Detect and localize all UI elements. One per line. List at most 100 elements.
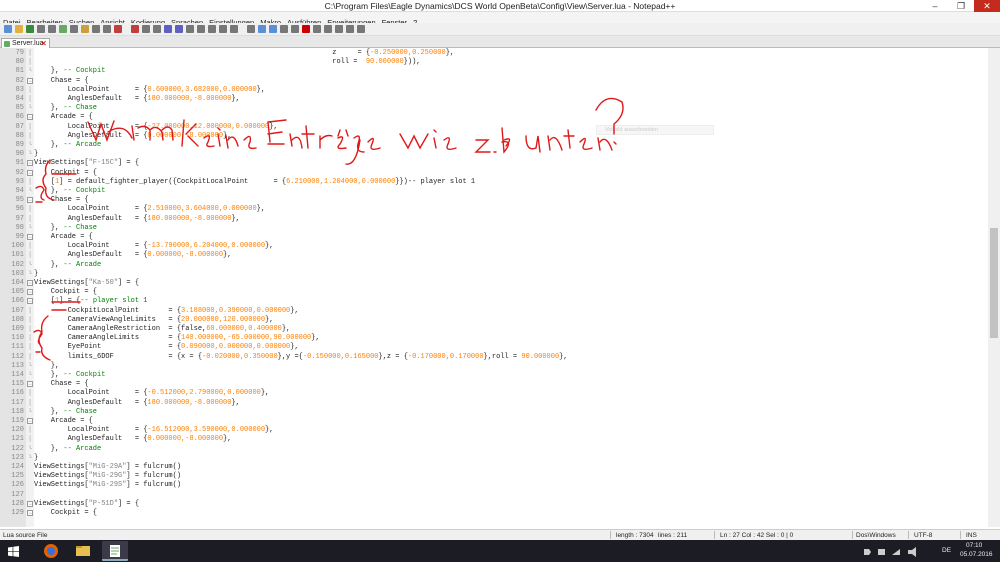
toolbar-button-icon[interactable] — [197, 25, 205, 33]
maximize-button[interactable]: ❐ — [948, 0, 974, 12]
code-line[interactable]: 82− Chase = { — [0, 77, 988, 86]
fold-toggle-icon[interactable]: − — [27, 280, 33, 287]
code-line[interactable]: 92− Cockpit = { — [0, 169, 988, 178]
toolbar-button-icon[interactable] — [48, 25, 56, 33]
toolbar-button-icon[interactable] — [131, 25, 139, 33]
clock-date[interactable]: 05.07.2016 — [960, 551, 993, 558]
code-line[interactable]: 85 └ }, -- Chase — [0, 104, 988, 113]
toolbar-button-icon[interactable] — [81, 25, 89, 33]
tab-server-lua[interactable]: Server.lua ✕ — [1, 38, 50, 48]
code-line[interactable]: 118 └ }, -- Chase — [0, 408, 988, 417]
toolbar-button-icon[interactable] — [357, 25, 365, 33]
minimize-button[interactable]: – — [922, 0, 948, 12]
toolbar-button-icon[interactable] — [302, 25, 310, 33]
keyboard-language[interactable]: DE — [942, 547, 951, 554]
code-line[interactable]: 96 │ LocalPoint = {2.510000,3.604000,0.00… — [0, 205, 988, 214]
toolbar-button-icon[interactable] — [175, 25, 183, 33]
code-line[interactable]: 104− ViewSettings["Ka-50"] = { — [0, 279, 988, 288]
code-line[interactable]: 91− ViewSettings["F-15C"] = { — [0, 159, 988, 168]
code-line[interactable]: 95− Chase = { — [0, 196, 988, 205]
toolbar-button-icon[interactable] — [280, 25, 288, 33]
code-line[interactable]: 126 ViewSettings["MiG-29S"] = fulcrum() — [0, 481, 988, 490]
code-line[interactable]: 106− [1] = {-- player slot 1 — [0, 297, 988, 306]
toolbar-button-icon[interactable] — [142, 25, 150, 33]
code-line[interactable]: 87 │ LocalPoint = {-27.000000,12.000000,0… — [0, 123, 988, 132]
fold-toggle-icon[interactable]: − — [27, 510, 33, 517]
code-editor[interactable]: 79 │ z = {-0.250000,0.250000}, 80 │ roll = … — [0, 48, 988, 527]
toolbar-button-icon[interactable] — [313, 25, 321, 33]
fold-toggle-icon[interactable]: − — [27, 160, 33, 167]
fold-toggle-icon[interactable]: − — [27, 114, 33, 121]
code-line[interactable]: 122 └ }, -- Arcade — [0, 445, 988, 454]
code-line[interactable]: 123 └} — [0, 454, 988, 463]
toolbar-button-icon[interactable] — [114, 25, 122, 33]
close-button[interactable]: ✕ — [974, 0, 1000, 12]
close-tab-icon[interactable]: ✕ — [40, 39, 47, 48]
windows-start-icon[interactable] — [8, 546, 19, 557]
firefox-taskbar-icon[interactable] — [38, 541, 64, 561]
toolbar-button-icon[interactable] — [208, 25, 216, 33]
code-line[interactable]: 84 │ AnglesDefault = {180.000000,-8.00000… — [0, 95, 988, 104]
code-line[interactable]: 83 │ LocalPoint = {0.600000,3.682000,0.00… — [0, 86, 988, 95]
toolbar-button-icon[interactable] — [346, 25, 354, 33]
code-line[interactable]: 128− ViewSettings["P-51D"] = { — [0, 500, 988, 509]
code-line[interactable]: 114 └ }, -- Cockpit — [0, 371, 988, 380]
tray-icons[interactable] — [860, 545, 930, 557]
toolbar-button-icon[interactable] — [15, 25, 23, 33]
code-line[interactable]: 107 │ CockpitLocalPoint = {3.188000,0.390… — [0, 307, 988, 316]
code-line[interactable]: 99− Arcade = { — [0, 233, 988, 242]
toolbar-button-icon[interactable] — [186, 25, 194, 33]
code-line[interactable]: 121 │ AnglesDefault = {0.000000,-8.000000… — [0, 435, 988, 444]
code-line[interactable]: 111 │ EyePoint = {0.090000,0.000000,0.000… — [0, 343, 988, 352]
code-line[interactable]: 115− Chase = { — [0, 380, 988, 389]
toolbar-button-icon[interactable] — [269, 25, 277, 33]
fold-toggle-icon[interactable]: − — [27, 500, 33, 507]
toolbar-button-icon[interactable] — [26, 25, 34, 33]
code-line[interactable]: 79 │ z = {-0.250000,0.250000}, — [0, 49, 988, 58]
toolbar-button-icon[interactable] — [37, 25, 45, 33]
clock-time[interactable]: 07:10 — [966, 542, 982, 549]
fold-toggle-icon[interactable]: − — [27, 298, 33, 305]
toolbar-button-icon[interactable] — [291, 25, 299, 33]
code-line[interactable]: 101 │ AnglesDefault = {0.000000,-8.000000… — [0, 251, 988, 260]
code-line[interactable]: 113 └ }, — [0, 362, 988, 371]
toolbar-button-icon[interactable] — [153, 25, 161, 33]
code-line[interactable]: 120 │ LocalPoint = {-16.512000,3.590000,0… — [0, 426, 988, 435]
fold-toggle-icon[interactable]: − — [27, 197, 33, 204]
code-line[interactable]: 102 └ }, -- Arcade — [0, 261, 988, 270]
fold-toggle-icon[interactable]: − — [27, 381, 33, 388]
code-line[interactable]: 81 └ }, -- Cockpit — [0, 67, 988, 76]
code-line[interactable]: 105− Cockpit = { — [0, 288, 988, 297]
code-line[interactable]: 112 │ limits_6DOF = {x = {-0.020000,0.350… — [0, 353, 988, 362]
fold-toggle-icon[interactable]: − — [27, 234, 33, 241]
code-line[interactable]: 98 └ }, -- Chase — [0, 224, 988, 233]
toolbar-button-icon[interactable] — [70, 25, 78, 33]
toolbar-button-icon[interactable] — [247, 25, 255, 33]
code-line[interactable]: 109 │ CameraAngleRestriction = {false,60.… — [0, 325, 988, 334]
code-line[interactable]: 129− Cockpit = { — [0, 509, 988, 518]
vertical-scrollbar[interactable] — [988, 48, 1000, 527]
fold-toggle-icon[interactable]: − — [27, 289, 33, 296]
code-line[interactable]: 117 │ AnglesDefault = {180.000000,-8.0000… — [0, 399, 988, 408]
toolbar-button-icon[interactable] — [230, 25, 238, 33]
toolbar-button-icon[interactable] — [219, 25, 227, 33]
toolbar-button-icon[interactable] — [164, 25, 172, 33]
code-line[interactable]: 90 └} — [0, 150, 988, 159]
code-line[interactable]: 119− Arcade = { — [0, 417, 988, 426]
code-line[interactable]: 100 │ LocalPoint = {-13.790000,6.204000,0… — [0, 242, 988, 251]
code-line[interactable]: 110 │ CameraAngleLimits = {140.000000,-65… — [0, 334, 988, 343]
toolbar-button-icon[interactable] — [335, 25, 343, 33]
code-line[interactable]: 97 │ AnglesDefault = {180.000000,-8.00000… — [0, 215, 988, 224]
code-line[interactable]: 116 │ LocalPoint = {-0.512000,2.790000,0.… — [0, 389, 988, 398]
toolbar-button-icon[interactable] — [258, 25, 266, 33]
toolbar-button-icon[interactable] — [4, 25, 12, 33]
scroll-thumb[interactable] — [990, 228, 998, 338]
code-line[interactable]: 80 │ roll = 90.000000})), — [0, 58, 988, 67]
code-line[interactable]: 103 └} — [0, 270, 988, 279]
code-line[interactable]: 89 └ }, -- Arcade — [0, 141, 988, 150]
code-line[interactable]: 86− Arcade = { — [0, 113, 988, 122]
code-line[interactable]: 124 ViewSettings["MiG-29A"] = fulcrum() — [0, 463, 988, 472]
file-explorer-taskbar-icon[interactable] — [70, 541, 96, 561]
toolbar-button-icon[interactable] — [103, 25, 111, 33]
code-line[interactable]: 93 │ [1] = default_fighter_player({Cockpi… — [0, 178, 988, 187]
